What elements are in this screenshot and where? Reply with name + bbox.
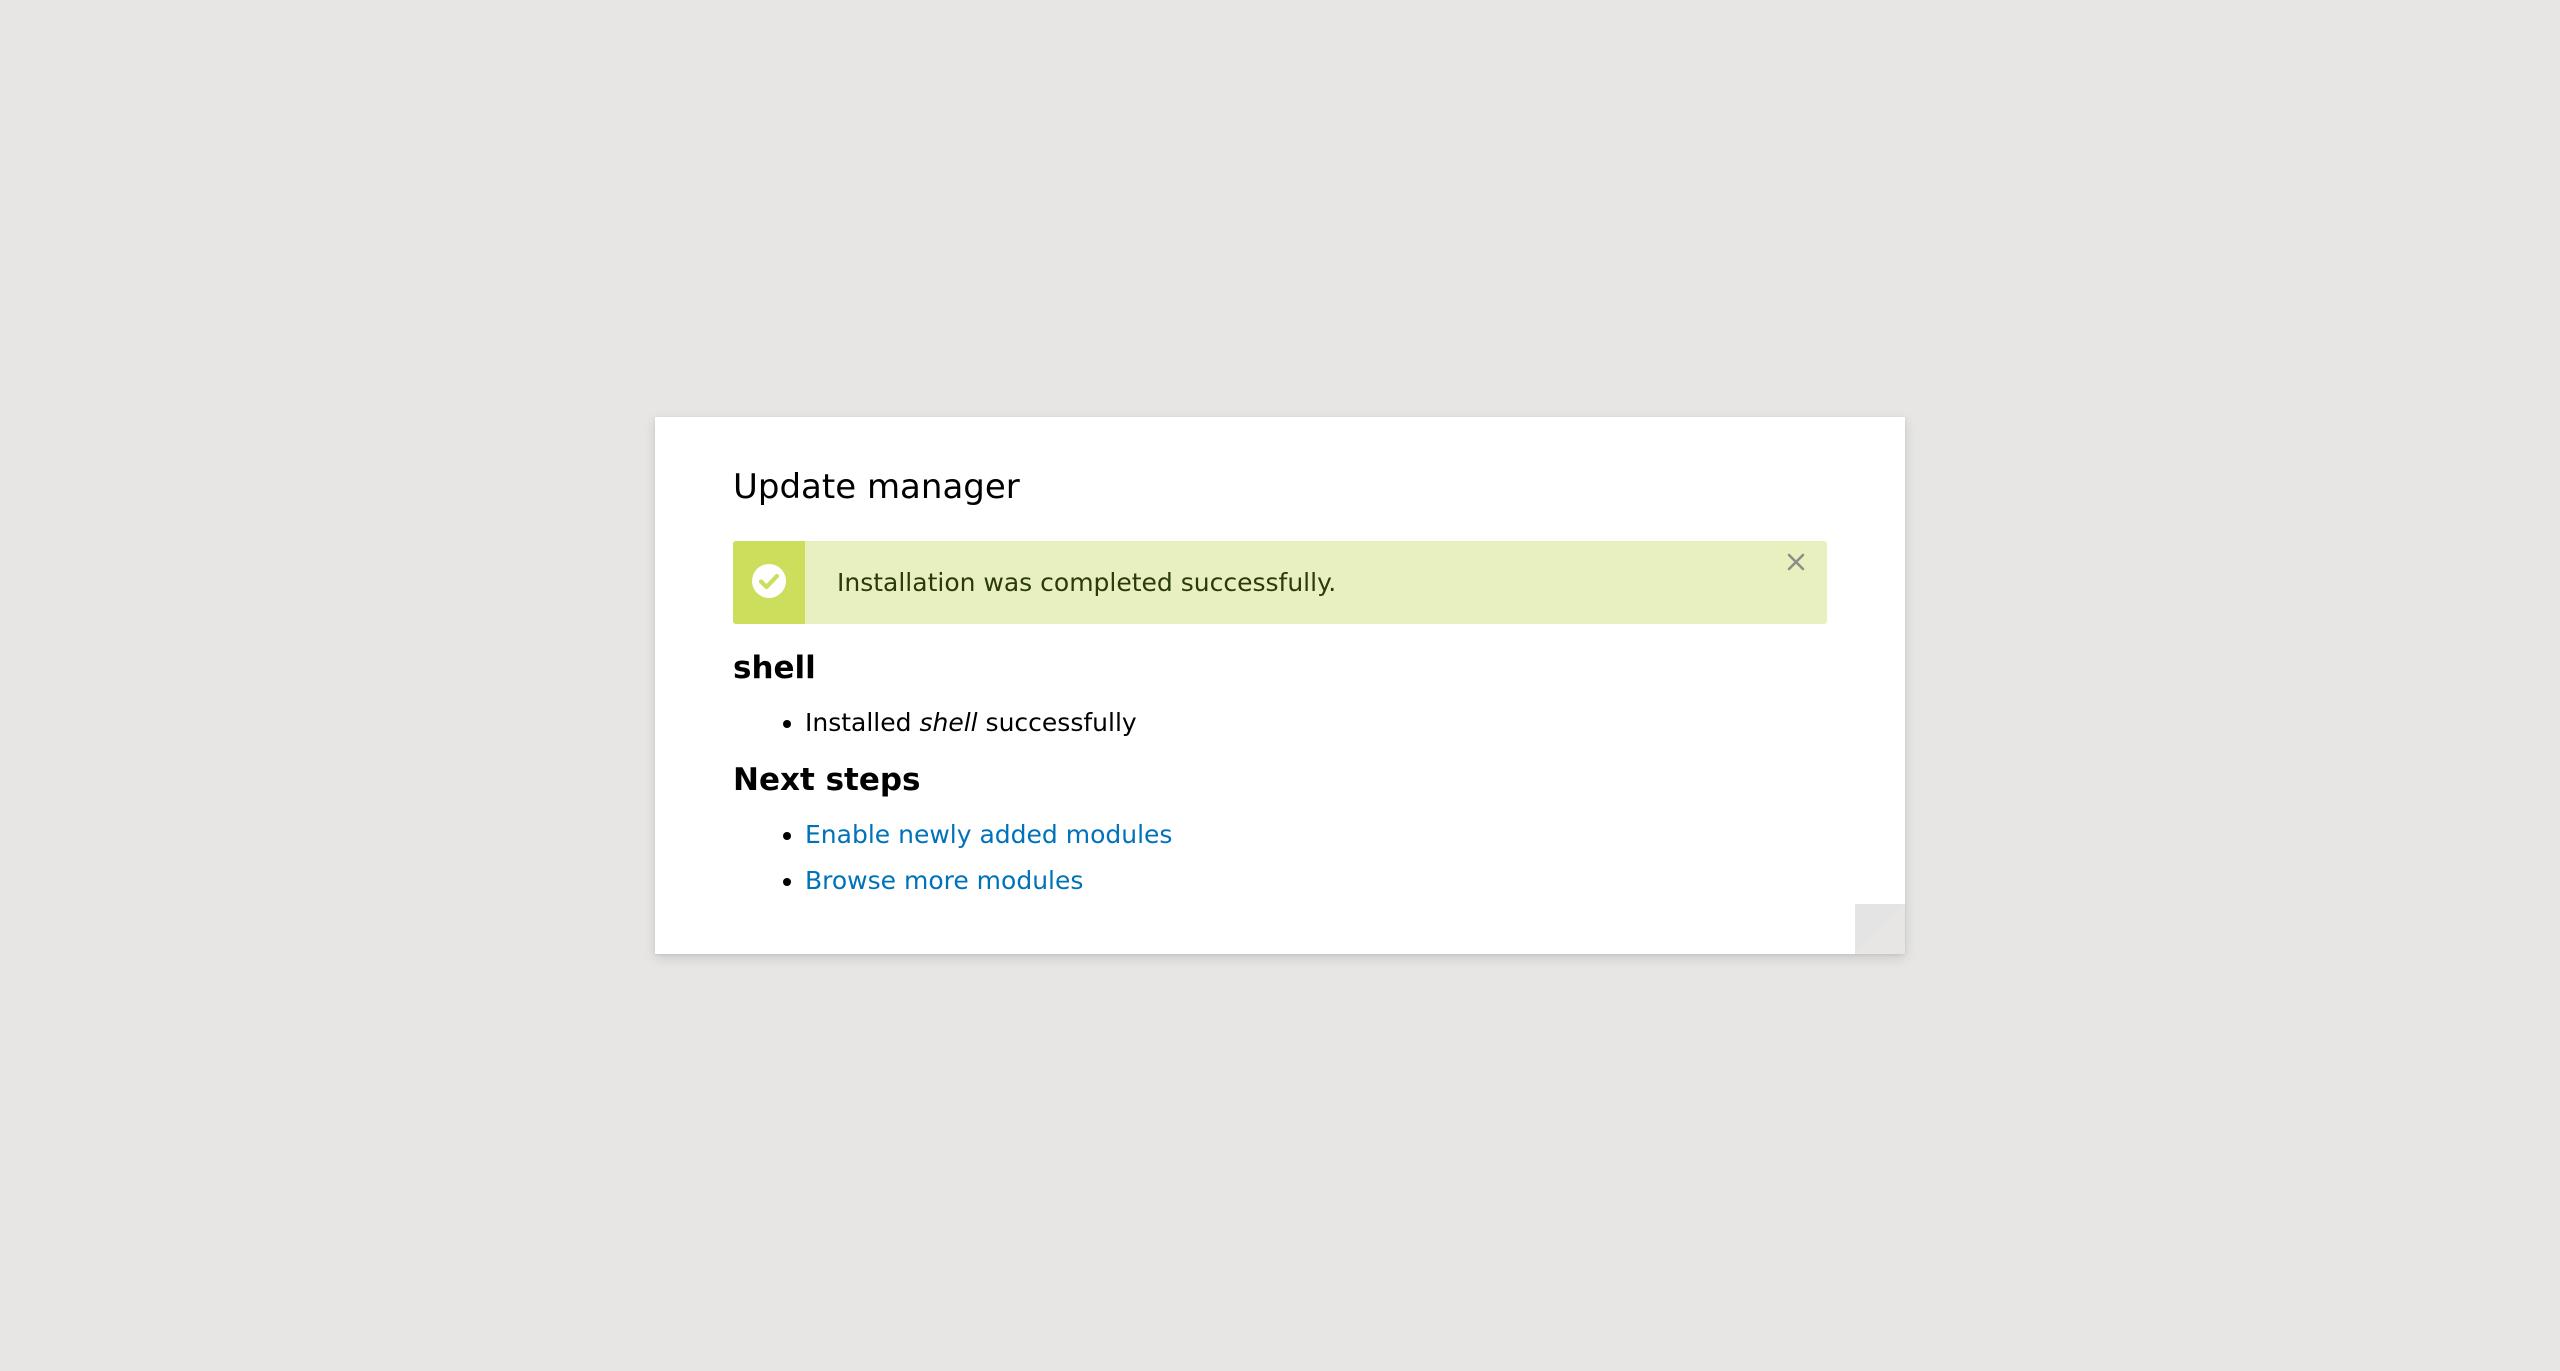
result-prefix: Installed: [805, 708, 920, 737]
result-project-name: shell: [919, 708, 978, 737]
next-steps-list: Enable newly added modules Browse more m…: [733, 812, 1827, 904]
update-manager-card: Update manager Installation was complete…: [655, 417, 1905, 954]
result-suffix: successfully: [977, 708, 1137, 737]
next-steps-title: Next steps: [733, 762, 921, 798]
page-title: Update manager: [733, 467, 1020, 507]
project-name: shell: [733, 650, 816, 686]
status-message: Installation was completed successfully.: [733, 541, 1827, 624]
status-message-text: Installation was completed successfully.: [837, 568, 1337, 597]
page-curl-decoration: [1855, 904, 1905, 954]
enable-modules-link[interactable]: Enable newly added modules: [805, 820, 1172, 849]
browse-modules-link[interactable]: Browse more modules: [805, 866, 1083, 895]
status-message-stripe: [733, 541, 805, 624]
list-item: Browse more modules: [805, 858, 1827, 904]
close-message-button[interactable]: [1783, 551, 1809, 577]
check-circle-icon: [751, 563, 787, 603]
project-results-list: Installed shell successfully: [733, 700, 1827, 746]
list-item: Installed shell successfully: [805, 700, 1827, 746]
list-item: Enable newly added modules: [805, 812, 1827, 858]
close-icon[interactable]: [1787, 553, 1805, 575]
